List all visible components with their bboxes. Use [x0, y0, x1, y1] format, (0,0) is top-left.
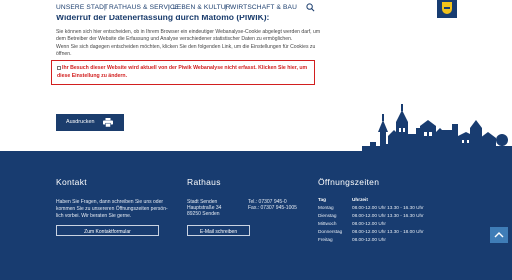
optout-message[interactable]: Ihr Besuch dieser Website wird aktuell v…	[57, 64, 312, 80]
info-paragraph-line: Sie können sich hier entscheiden, ob in …	[56, 29, 321, 35]
footer-kontakt-title: Kontakt	[56, 177, 87, 187]
opening-hours-time: 08.00-12.00 Uhr 13.30 - 18.00 Uhr	[352, 229, 424, 234]
opening-hours-time: 08.00-12.00 Uhr 13.30 - 16.30 Uhr	[352, 205, 424, 210]
city-skyline-illustration	[362, 104, 512, 152]
opening-hours-row: Freitag 08.00-12.00 Uhr	[318, 237, 428, 245]
info-paragraph-line: öffnen.	[56, 51, 72, 57]
opening-hours-day: Montag	[318, 205, 334, 210]
footer-oeffnungszeiten-title: Öffnungszeiten	[318, 177, 380, 187]
opening-hours-day-header: Tag	[318, 197, 326, 202]
scroll-to-top-button[interactable]	[490, 227, 508, 243]
footer-rathaus-title: Rathaus	[187, 177, 221, 187]
opening-hours-day: Mittwoch	[318, 221, 337, 226]
info-paragraph-line: Wenn Sie sich dagegen entscheiden möchte…	[56, 44, 316, 50]
opening-hours-row: Dienstag 08.00-12.00 Uhr 13.30 - 16.30 U…	[318, 213, 428, 221]
print-button-label: Ausdrucken	[66, 119, 95, 125]
opening-hours-time-header: Uhrzeit	[352, 197, 368, 202]
opening-hours-row: Montag 08.00-12.00 Uhr 13.30 - 16.30 Uhr	[318, 205, 428, 213]
opening-hours-row: Mittwoch 08.00-12.00 Uhr	[318, 221, 428, 229]
opening-hours-row: Donnerstag 08.00-12.00 Uhr 13.30 - 18.00…	[318, 229, 428, 237]
footer-kontakt-text: lich vorbei. Wir beraten Sie gerne.	[56, 213, 132, 219]
optout-checkbox[interactable]	[57, 65, 61, 70]
opening-hours-day: Dienstag	[318, 213, 337, 218]
optout-link[interactable]: Ihr Besuch dieser Website wird aktuell v…	[57, 65, 307, 79]
opening-hours-time: 08.00-12.00 Uhr	[352, 221, 386, 226]
nav-separator: |	[168, 4, 170, 11]
top-navigation: UNSERE STADT | RATHAUS & SERVICE | LEBEN…	[0, 0, 512, 18]
contact-form-button[interactable]: Zum Kontaktformular	[56, 225, 159, 236]
info-paragraph-line: dem Betreiber der Website die Erfassung …	[56, 36, 293, 42]
opening-hours-day: Freitag	[318, 237, 333, 242]
footer-kontakt-text: kommen Sie zu unsereren Öffnungszeiten p…	[56, 206, 168, 212]
nav-separator: |	[225, 4, 227, 11]
opening-hours-time: 08.00-12.00 Uhr 13.30 - 16.30 Uhr	[352, 213, 424, 218]
chevron-up-icon	[494, 232, 504, 238]
rathaus-address-line: 89250 Senden	[187, 211, 220, 217]
city-crest-icon[interactable]	[437, 0, 457, 18]
print-button[interactable]: Ausdrucken	[56, 114, 124, 131]
email-button-label: E-Mail schreiben	[199, 228, 238, 235]
printer-icon	[103, 118, 113, 127]
tracking-optout-box: Ihr Besuch dieser Website wird aktuell v…	[51, 60, 315, 85]
opening-hours-time: 08.00-12.00 Uhr	[352, 237, 386, 242]
nav-item-wirtschaft-bau[interactable]: WIRTSCHAFT & BAU	[230, 4, 297, 11]
rathaus-fax: Fax.: 07307 945-1005	[248, 205, 297, 211]
opening-hours-day: Donnerstag	[318, 229, 343, 234]
opening-hours-header: Tag Uhrzeit	[318, 197, 428, 205]
nav-separator: |	[104, 4, 106, 11]
site-footer: Kontakt Haben Sie Fragen, dann schreiben…	[0, 151, 512, 280]
contact-form-button-label: Zum Kontaktformular	[84, 228, 131, 235]
email-button[interactable]: E-Mail schreiben	[187, 225, 250, 236]
footer-kontakt-text: Haben Sie Fragen, dann schreiben Sie uns…	[56, 199, 164, 205]
search-icon[interactable]	[306, 3, 315, 12]
nav-item-unsere-stadt[interactable]: UNSERE STADT	[56, 4, 108, 11]
nav-item-leben-kultur[interactable]: LEBEN & KULTUR	[173, 4, 231, 11]
